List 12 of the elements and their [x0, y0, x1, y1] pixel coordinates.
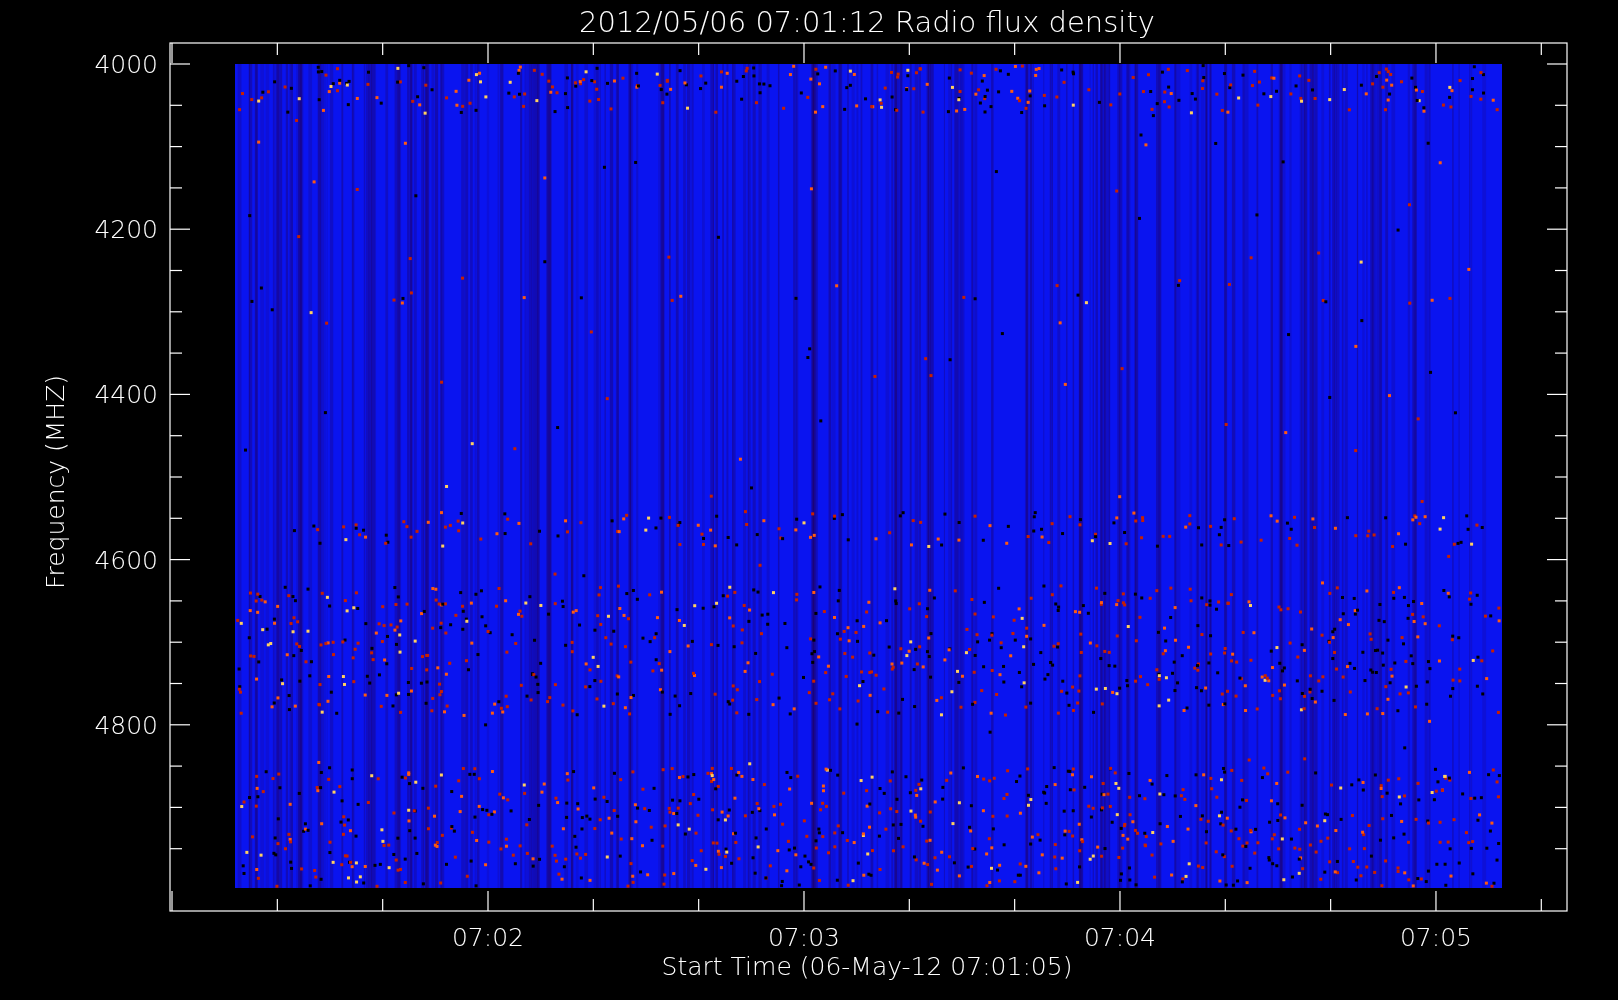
x-tick-label: 07:03 — [768, 923, 840, 952]
x-tick-label: 07:05 — [1400, 923, 1472, 952]
y-tick-label: 4000 — [94, 50, 158, 79]
plot-title: 2012/05/06 07:01:12 Radio flux density — [579, 5, 1155, 39]
y-axis-title: Frequency (MHZ) — [41, 374, 70, 590]
x-axis-title: Start Time (06-May-12 07:01:05) — [661, 952, 1073, 981]
x-tick-label: 07:02 — [452, 923, 524, 952]
x-tick-label: 07:04 — [1084, 923, 1156, 952]
y-tick-label: 4400 — [94, 380, 158, 410]
y-tick-label: 4200 — [94, 215, 158, 245]
y-tick-label: 4800 — [94, 710, 158, 740]
y-tick-label: 4600 — [94, 545, 158, 575]
